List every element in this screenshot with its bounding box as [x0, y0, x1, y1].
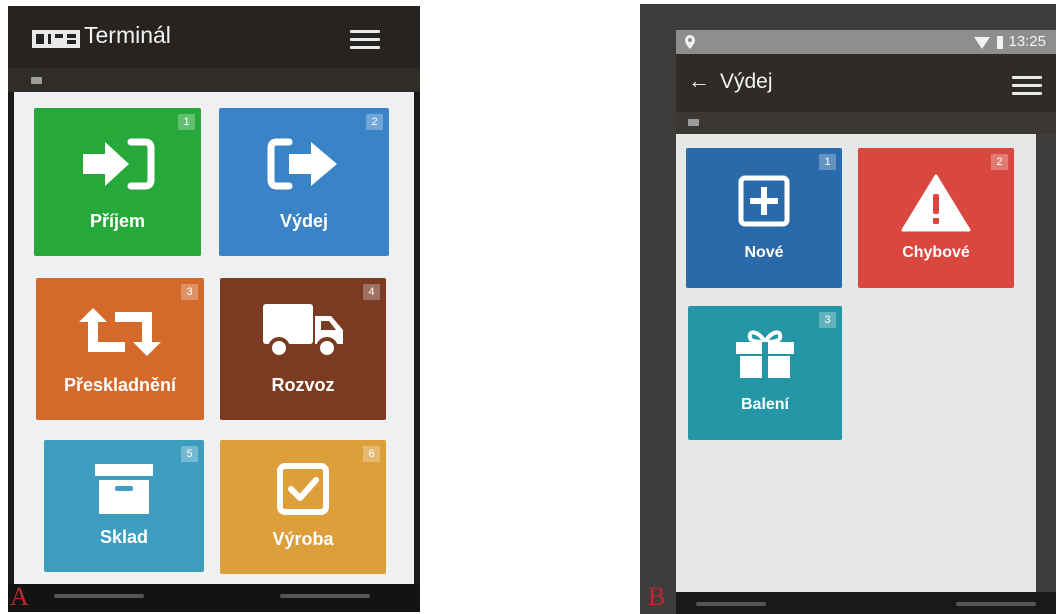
app-bar: Terminál: [8, 6, 420, 68]
status-bar: 13:25: [676, 30, 1056, 54]
check-square-icon: [277, 463, 329, 515]
tile-badge: 2: [366, 114, 383, 130]
sub-bar: [676, 112, 1056, 134]
app-bar: ← Výdej: [676, 54, 1056, 112]
screen-title: Výdej: [720, 70, 773, 93]
tile-badge: 3: [819, 312, 836, 328]
tile-label: Přeskladnění: [63, 375, 177, 395]
archive-icon: [95, 464, 153, 514]
tile-badge: 1: [819, 154, 836, 170]
tile-chybove[interactable]: 2 Chybové: [858, 148, 1014, 288]
app-title: Terminál: [84, 22, 171, 48]
hamburger-menu-icon[interactable]: [350, 30, 380, 50]
tile-label: Balení: [740, 396, 789, 413]
panel-letter-b: B: [648, 582, 666, 611]
system-nav-bar: [8, 584, 420, 612]
wifi-icon: [974, 37, 990, 49]
tile-label: Výdej: [279, 211, 329, 231]
tile-baleni[interactable]: 3 Balení: [688, 306, 842, 440]
device-b: 13:25 ← Výdej 1 Nové 2 Chybové 3 Balení: [640, 4, 1056, 614]
warning-icon: [901, 174, 971, 232]
device-a: Terminál 1 Příjem 2 Výdej 3 Přeskladnění…: [8, 6, 420, 612]
battery-icon: [997, 36, 1003, 49]
retweet-icon: [79, 308, 161, 356]
back-arrow-icon[interactable]: ←: [688, 68, 710, 94]
tile-vyroba[interactable]: 6 Výroba: [220, 440, 386, 574]
truck-icon: [263, 304, 343, 359]
tile-badge: 1: [178, 114, 195, 130]
panel-letter-a: A: [10, 582, 29, 611]
tile-badge: 2: [991, 154, 1008, 170]
tile-preskladneni[interactable]: 3 Přeskladnění: [36, 278, 204, 420]
status-time: 13:25: [1008, 33, 1046, 50]
tile-label: Příjem: [89, 211, 146, 231]
tile-label: Sklad: [99, 527, 149, 547]
cis-logo-icon: [32, 30, 80, 48]
tile-badge: 3: [181, 284, 198, 300]
tile-rozvoz[interactable]: 4 Rozvoz: [220, 278, 386, 420]
sign-in-icon: [82, 138, 154, 190]
tile-prijem[interactable]: 1 Příjem: [34, 108, 201, 256]
tile-badge: 5: [181, 446, 198, 462]
tile-badge: 4: [363, 284, 380, 300]
system-nav-bar: [676, 592, 1056, 614]
sign-out-icon: [267, 138, 337, 190]
tile-badge: 6: [363, 446, 380, 462]
tile-grid: 1 Příjem 2 Výdej 3 Přeskladnění 4 Rozvoz…: [14, 92, 414, 586]
tile-label: Chybové: [902, 244, 970, 261]
keyboard-icon[interactable]: [688, 119, 699, 126]
tile-vydej[interactable]: 2 Výdej: [219, 108, 389, 256]
tile-label: Výroba: [272, 529, 334, 549]
tile-nove[interactable]: 1 Nové: [686, 148, 842, 288]
plus-square-icon: [738, 175, 790, 227]
sub-bar: [8, 68, 420, 92]
hamburger-menu-icon[interactable]: [1012, 76, 1042, 96]
tile-grid: 1 Nové 2 Chybové 3 Balení: [676, 134, 1036, 592]
gift-icon: [736, 330, 794, 378]
keyboard-icon[interactable]: [31, 77, 42, 84]
location-icon: [685, 35, 695, 49]
tile-label: Nové: [744, 244, 784, 261]
tile-sklad[interactable]: 5 Sklad: [44, 440, 204, 572]
tile-label: Rozvoz: [271, 375, 335, 395]
